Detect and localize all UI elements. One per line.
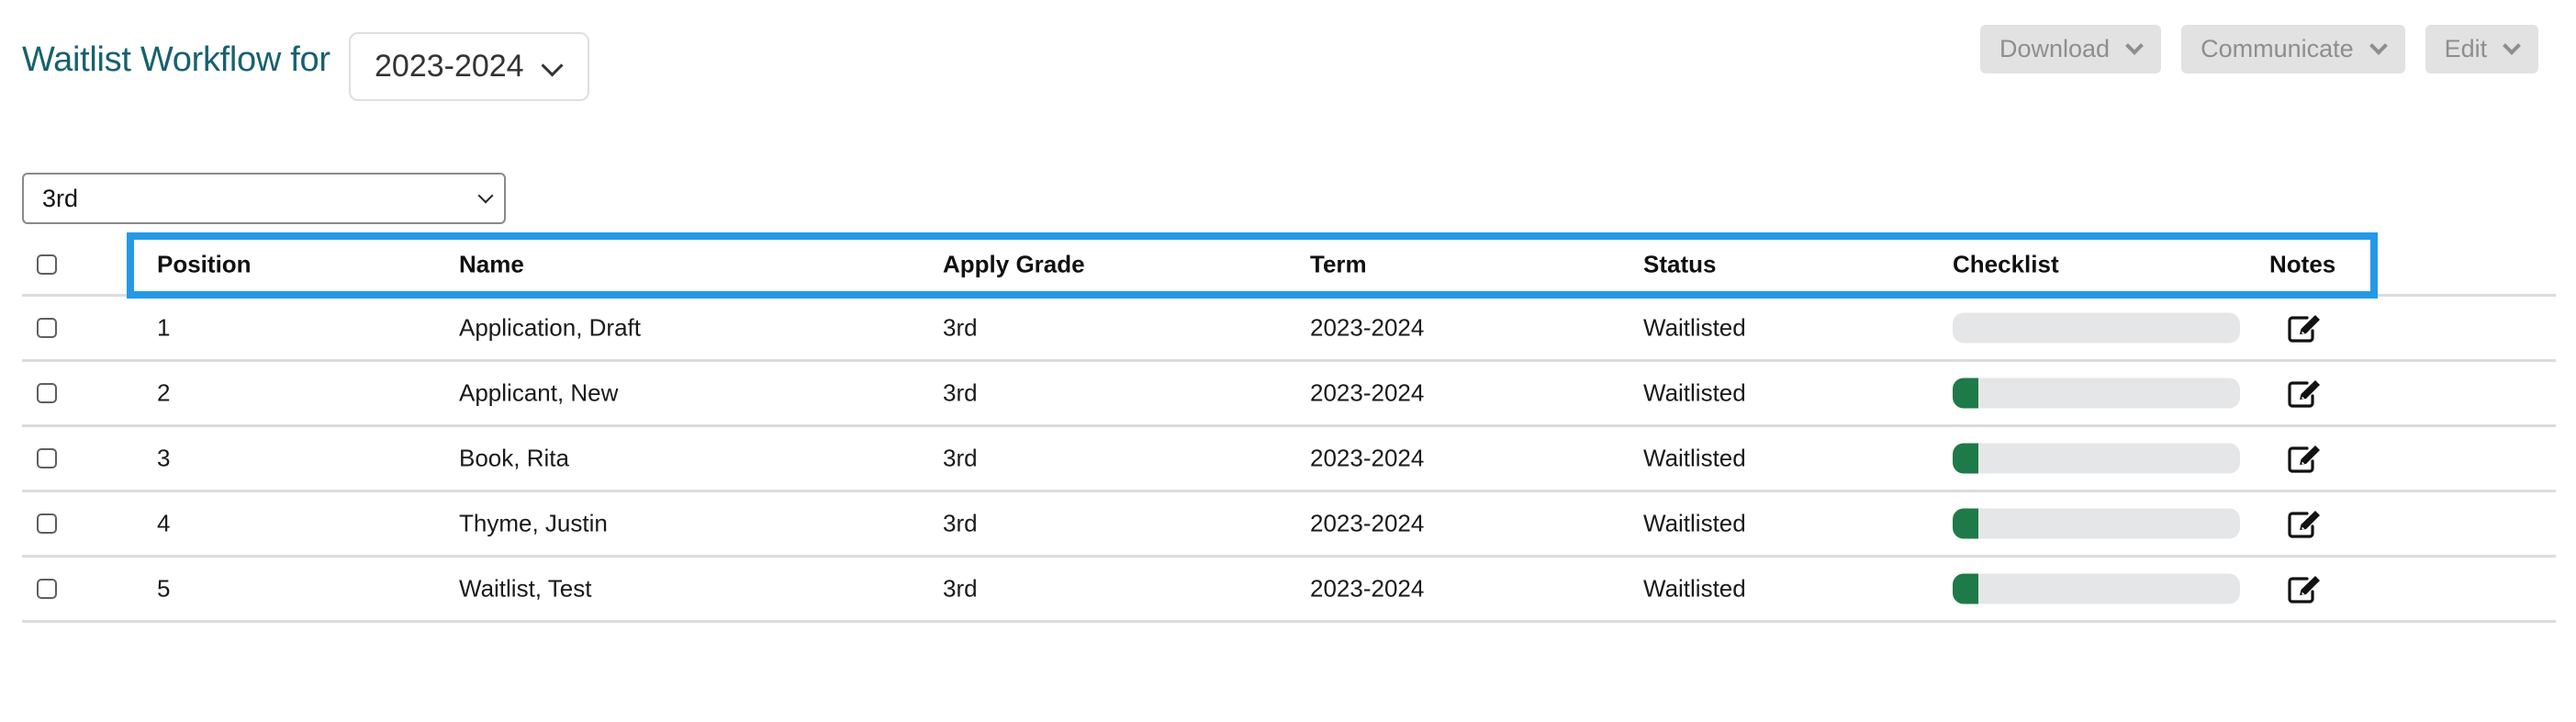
apply-grade-cell: 3rd: [943, 509, 978, 537]
status-cell: Waitlisted: [1643, 509, 1746, 537]
checklist-progress-bar[interactable]: [1953, 443, 2240, 474]
column-header-term[interactable]: Term: [1310, 250, 1367, 278]
position-cell: 1: [157, 313, 171, 342]
term-cell: 2023-2024: [1310, 509, 1425, 537]
row-checkbox[interactable]: [37, 383, 57, 403]
apply-grade-cell: 3rd: [943, 313, 978, 342]
table-row[interactable]: 3 Book, Rita 3rd 2023-2024 Waitlisted: [22, 427, 2556, 492]
term-cell: 2023-2024: [1310, 378, 1425, 407]
grade-filter-value: 3rd: [42, 184, 79, 212]
download-button[interactable]: Download: [1980, 25, 2162, 73]
row-checkbox[interactable]: [37, 318, 57, 338]
status-cell: Waitlisted: [1643, 444, 1746, 472]
table-row[interactable]: 4 Thyme, Justin 3rd 2023-2024 Waitlisted: [22, 492, 2556, 558]
chevron-down-icon: [2125, 36, 2144, 55]
status-cell: Waitlisted: [1643, 378, 1746, 407]
checklist-progress-fill: [1953, 508, 1979, 539]
column-header-position[interactable]: Position: [157, 250, 252, 278]
column-header-notes[interactable]: Notes: [2269, 250, 2335, 278]
page-title: Waitlist Workflow for: [22, 40, 330, 79]
toolbar: Download Communicate Edit: [1980, 25, 2539, 73]
apply-grade-cell: 3rd: [943, 444, 978, 472]
waitlist-table: Position Name Apply Grade Term Status Ch…: [22, 234, 2556, 623]
checklist-progress-bar[interactable]: [1953, 312, 2240, 344]
name-cell[interactable]: Waitlist, Test: [459, 575, 591, 604]
checklist-progress-fill: [1953, 443, 1979, 474]
download-label: Download: [1999, 35, 2111, 62]
column-header-name[interactable]: Name: [459, 250, 524, 278]
chevron-down-icon: [2503, 36, 2522, 55]
column-header-checklist[interactable]: Checklist: [1953, 250, 2059, 278]
name-cell[interactable]: Application, Draft: [459, 314, 641, 343]
term-cell: 2023-2024: [1310, 574, 1425, 603]
row-checkbox[interactable]: [37, 579, 57, 599]
year-select-value: 2023-2024: [375, 49, 524, 84]
row-checkbox[interactable]: [37, 448, 57, 468]
checklist-progress-fill: [1953, 573, 1979, 604]
term-cell: 2023-2024: [1310, 313, 1425, 342]
grade-filter-select[interactable]: 3rd: [22, 173, 506, 224]
checklist-progress-fill: [1953, 378, 1979, 409]
edit-note-icon[interactable]: [2287, 443, 2324, 474]
position-cell: 2: [157, 378, 171, 407]
status-cell: Waitlisted: [1643, 313, 1746, 342]
table-row[interactable]: 1 Application, Draft 3rd 2023-2024 Waitl…: [22, 297, 2556, 362]
edit-note-icon[interactable]: [2287, 312, 2324, 344]
name-cell[interactable]: Book, Rita: [459, 445, 569, 473]
select-all-checkbox[interactable]: [37, 254, 57, 275]
edit-button[interactable]: Edit: [2425, 25, 2539, 73]
apply-grade-cell: 3rd: [943, 378, 978, 407]
checklist-progress-bar[interactable]: [1953, 508, 2240, 539]
status-cell: Waitlisted: [1643, 574, 1746, 603]
edit-note-icon[interactable]: [2287, 573, 2324, 604]
checklist-progress-bar[interactable]: [1953, 573, 2240, 604]
edit-label: Edit: [2444, 35, 2488, 62]
communicate-button[interactable]: Communicate: [2181, 25, 2405, 73]
chevron-down-icon: [477, 187, 494, 204]
chevron-down-icon: [541, 54, 564, 77]
name-cell[interactable]: Applicant, New: [459, 379, 618, 408]
term-cell: 2023-2024: [1310, 444, 1425, 472]
edit-note-icon[interactable]: [2287, 378, 2324, 409]
table-row[interactable]: 2 Applicant, New 3rd 2023-2024 Waitliste…: [22, 362, 2556, 427]
column-header-apply-grade[interactable]: Apply Grade: [943, 250, 1085, 278]
position-cell: 4: [157, 509, 171, 537]
table-row[interactable]: 5 Waitlist, Test 3rd 2023-2024 Waitliste…: [22, 558, 2556, 623]
chevron-down-icon: [2369, 36, 2388, 55]
communicate-label: Communicate: [2201, 35, 2354, 62]
row-checkbox[interactable]: [37, 513, 57, 534]
position-cell: 5: [157, 574, 171, 603]
edit-note-icon[interactable]: [2287, 508, 2324, 539]
position-cell: 3: [157, 444, 171, 472]
column-header-status[interactable]: Status: [1643, 250, 1716, 278]
year-select[interactable]: 2023-2024: [349, 32, 589, 101]
name-cell[interactable]: Thyme, Justin: [459, 510, 608, 538]
apply-grade-cell: 3rd: [943, 574, 978, 603]
table-header-row: Position Name Apply Grade Term Status Ch…: [22, 234, 2556, 297]
checklist-progress-bar[interactable]: [1953, 378, 2240, 409]
